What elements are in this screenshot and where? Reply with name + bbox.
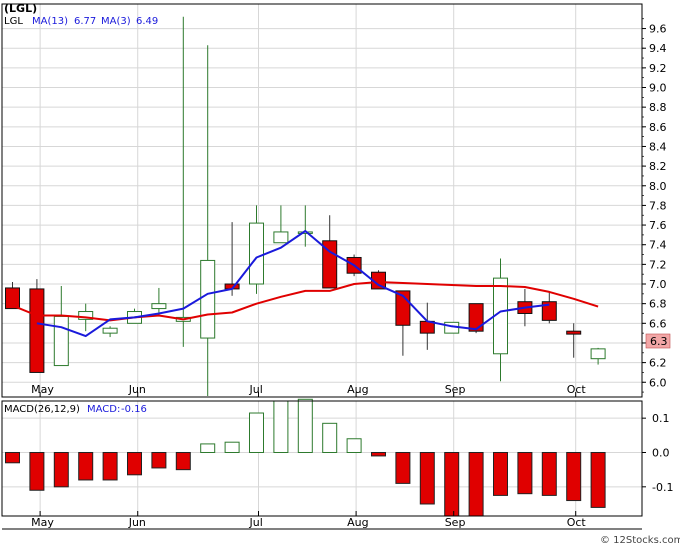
price-tick-label: 9.2 [649,62,667,75]
macd-bar-negative [395,451,411,484]
price-tick-label: 9.6 [649,23,667,36]
price-tick-label: 7.2 [649,258,667,271]
candle-up [590,348,606,360]
price-x-label: Sep [445,383,466,396]
candle-up [102,327,118,334]
price-tick-label: 8.6 [649,121,667,134]
last-price-label: 6.3 [650,335,668,348]
price-x-label: May [31,383,54,396]
macd-bar-negative [444,451,460,517]
price-tick-label: 6.2 [649,357,667,370]
macd-legend-value-label: MACD: [87,404,120,415]
legend-ma13-label: MA(13) [32,16,68,27]
price-x-label: Jun [128,383,146,396]
price-tick-label: 9.4 [649,42,667,55]
macd-bar-positive [322,422,338,453]
legend-ma3-label: MA(3) [101,16,131,27]
price-tick-label: 8.8 [649,101,667,114]
stock-chart: 6.06.26.46.66.87.07.27.47.67.88.08.28.48… [0,0,680,546]
candle-up [200,259,216,339]
macd-legend-value: -0.16 [121,404,147,415]
macd-bar-negative [102,451,118,481]
macd-bar-negative [590,451,606,508]
macd-x-label: May [31,516,54,529]
candle-up [53,315,69,367]
macd-bar-negative [5,451,20,464]
candle-down [29,288,45,373]
price-tick-label: 6.0 [649,376,667,389]
price-x-label: Jul [249,383,263,396]
price-tick-label: 7.4 [649,239,667,252]
price-tick-label: 7.8 [649,199,667,212]
price-tick-label: 8.0 [649,180,667,193]
macd-bar-negative [541,451,557,496]
price-tick-label: 6.6 [649,317,667,330]
macd-bar-negative [53,451,69,488]
macd-x-label: Jul [249,516,263,529]
candle-down [566,330,582,335]
macd-x-label: Aug [347,516,368,529]
macd-bar-negative [566,451,582,502]
chart-title: (LGL) [4,2,37,15]
price-tick-label: 7.6 [649,219,667,232]
watermark: © 12Stocks.com [600,535,680,546]
macd-bar-negative [517,451,533,495]
candle-down [5,287,20,310]
macd-bar-negative [127,451,142,476]
price-x-label: Oct [567,383,587,396]
macd-bar-positive [346,438,362,453]
macd-bar-negative [29,451,45,491]
macd-bar-negative [419,451,435,505]
macd-bar-negative [468,451,484,517]
candle-up [151,303,167,310]
price-tick-label: 9.0 [649,82,667,95]
candle-up [249,222,264,285]
macd-bar-positive [249,412,264,453]
candle-up [273,231,289,244]
macd-bar-positive [224,441,240,453]
price-x-label: Aug [347,383,368,396]
candle-down [468,303,484,332]
price-tick-label: 6.8 [649,298,667,311]
macd-x-label: Sep [445,516,466,529]
macd-bar-positive [200,443,216,453]
macd-x-label: Jun [128,516,146,529]
macd-bar-negative [151,451,167,469]
macd-bar-negative [493,451,508,496]
macd-tick-label: -0.1 [652,481,673,494]
legend-symbol: LGL [4,16,23,27]
macd-bar-negative [371,451,386,457]
legend-ma3-value: 6.49 [136,16,158,27]
macd-bar-positive [273,400,289,453]
macd-tick-label: 0.0 [652,446,670,459]
macd-bar-negative [78,451,94,481]
macd-tick-label: 0.1 [652,412,670,425]
macd-bar-positive [297,398,313,453]
macd-legend-label: MACD(26,12,9) [4,404,80,415]
macd-bar-negative [175,451,191,471]
macd-x-label: Oct [567,516,587,529]
legend-ma13-value: 6.77 [74,16,96,27]
price-tick-label: 8.4 [649,140,667,153]
price-tick-label: 8.2 [649,160,667,173]
price-tick-label: 7.0 [649,278,667,291]
